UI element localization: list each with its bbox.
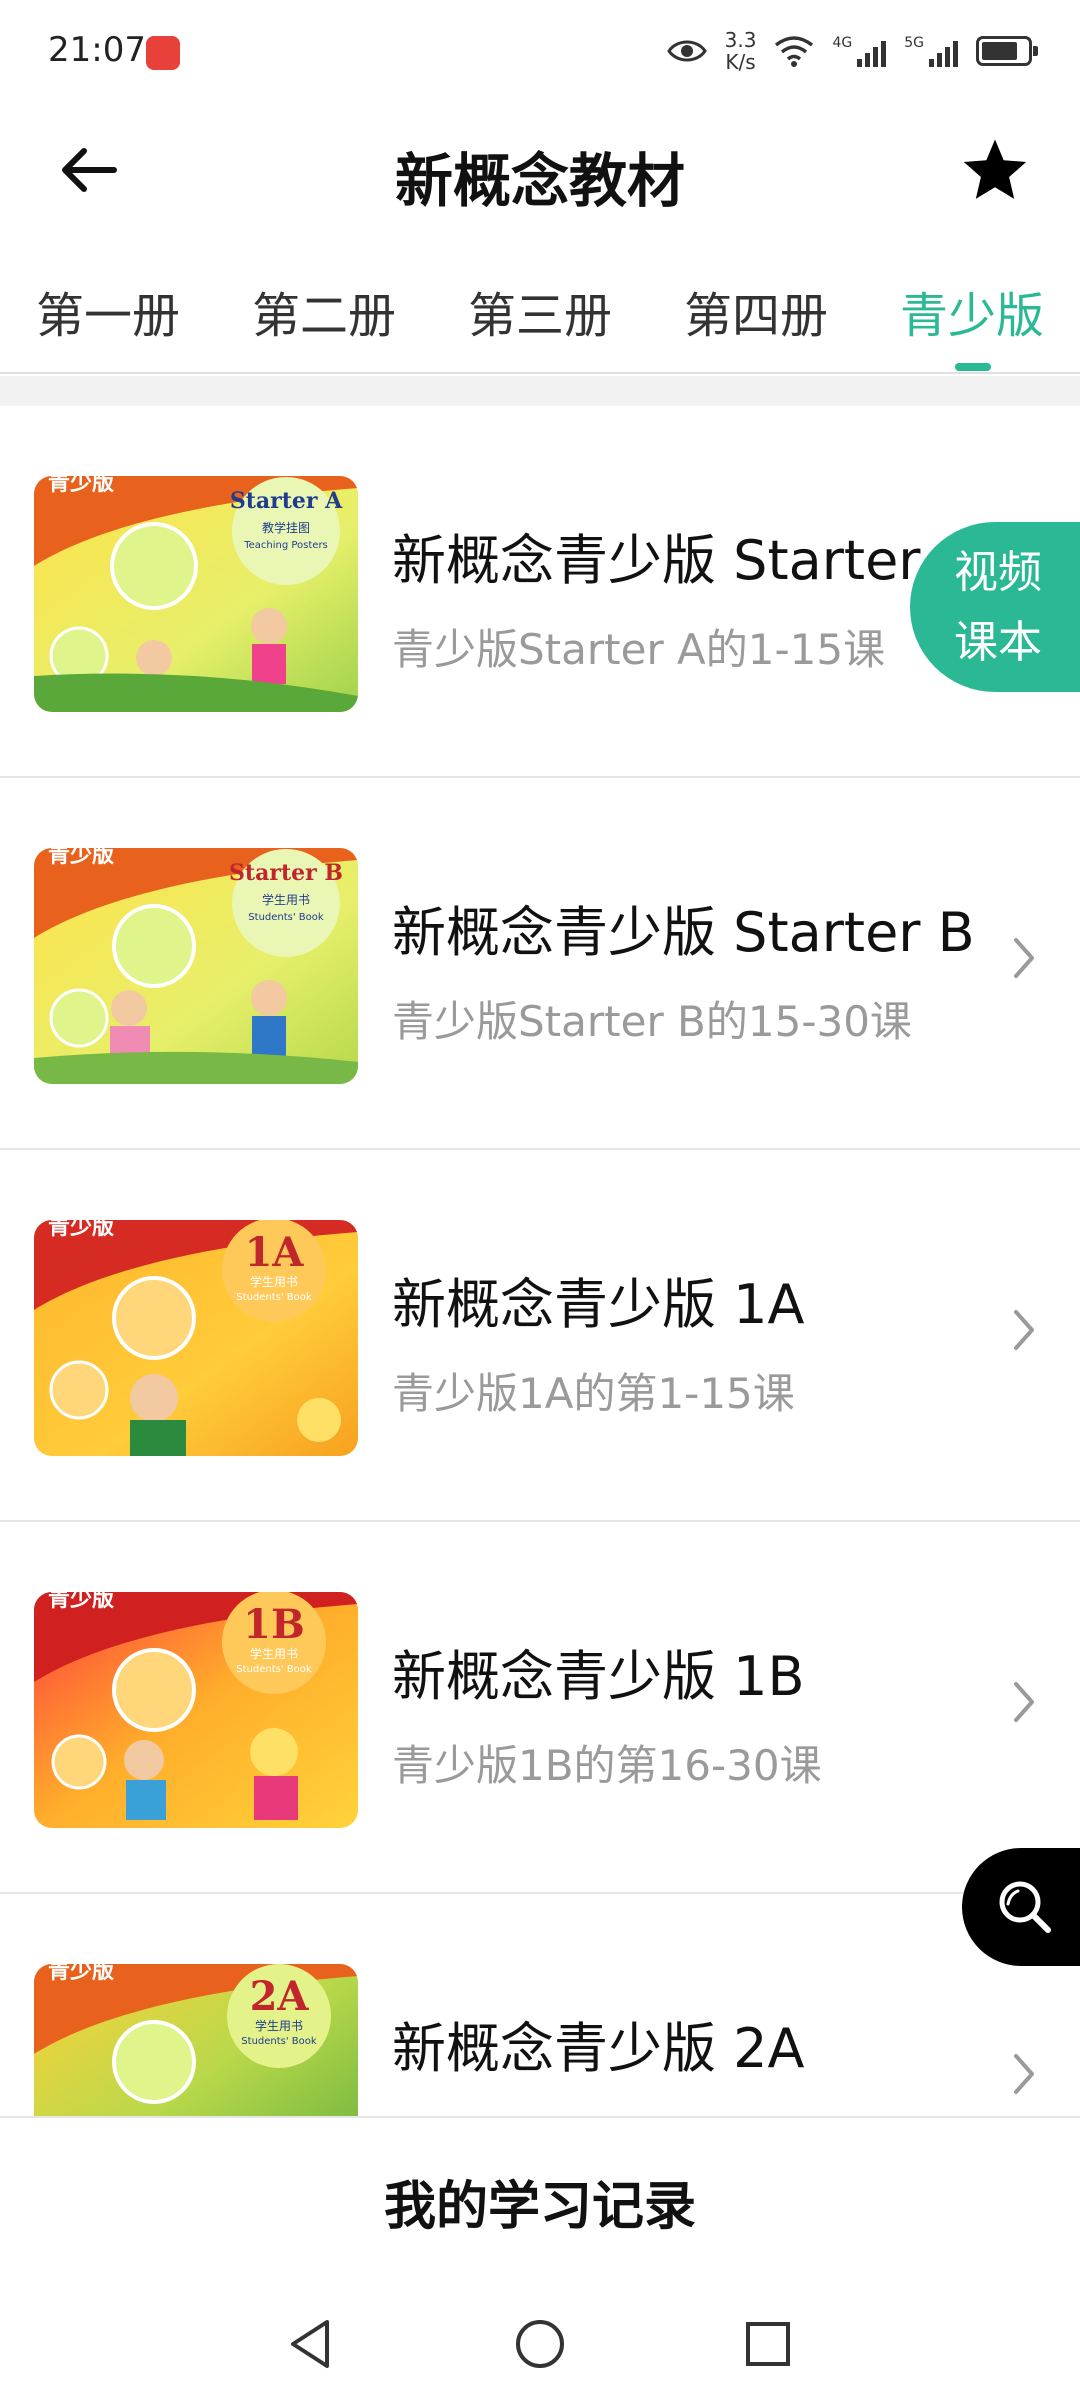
eye-icon xyxy=(666,40,707,62)
back-triangle-icon xyxy=(291,2320,329,2368)
list-item[interactable]: 青少版 1B 学生用书 Students' Book 新概念青少版 1B 青少版… xyxy=(0,1522,1080,1894)
cover-top-label: 青少版 xyxy=(48,476,114,496)
book-cover-image: 青少版 1B 学生用书 Students' Book xyxy=(34,1592,358,1828)
battery-icon xyxy=(976,36,1038,66)
volume-tabs: 第一册 第二册 第三册 第四册 青少版 xyxy=(0,260,1080,374)
recents-square-icon xyxy=(746,2322,790,2366)
tab-book-1[interactable]: 第一册 xyxy=(18,276,198,356)
book-subtitle: 青少版1B的第16-30课 xyxy=(392,1741,822,1790)
video-badge-line1: 视频 xyxy=(954,547,1042,598)
cover-top-label: 青少版 xyxy=(48,1964,114,1984)
search-button[interactable] xyxy=(962,1848,1080,1966)
search-icon xyxy=(999,1881,1051,1933)
home-circle-icon xyxy=(516,2320,564,2368)
book-cover-image: 青少版 1A 学生用书 Students' Book xyxy=(34,1220,358,1456)
book-cover-image: 青少版 2A 学生用书 Students' Book xyxy=(34,1964,358,2116)
cover-title-label: 2A xyxy=(250,1973,310,2020)
favorite-button[interactable] xyxy=(950,126,1040,216)
cover-top-label: 青少版 xyxy=(48,1592,114,1612)
chevron-right-icon xyxy=(1014,1682,1034,1722)
book-title: 新概念青少版 Starter B xyxy=(392,901,975,964)
battery-level xyxy=(982,42,1017,60)
header: 新概念教材 xyxy=(0,100,1080,240)
system-nav-bar xyxy=(0,2284,1080,2400)
cover-sub-label: 学生用书 xyxy=(255,2018,303,2033)
star-icon xyxy=(963,139,1027,199)
cover-sub-label-en: Teaching Posters xyxy=(243,540,328,551)
status-bar: 21:07 3.3 K/s 4G 5G xyxy=(0,0,1080,100)
signal-icon-5g: 5G xyxy=(904,35,958,67)
list-item[interactable]: 青少版 Starter B 学生用书 Students' Book 新概念青少版… xyxy=(0,778,1080,1150)
list-item[interactable]: 青少版 2A 学生用书 Students' Book 新概念青少版 2A 青少版… xyxy=(0,1894,1080,2116)
cover-sub-label: 学生用书 xyxy=(250,1274,298,1289)
status-time: 21:07 xyxy=(48,30,146,70)
net-speed: 3.3 K/s xyxy=(725,29,757,73)
book-list: 青少版 Starter A 教学挂图 Teaching Posters 新概念青… xyxy=(0,406,1080,2116)
signal-icon: 4G xyxy=(832,35,887,67)
cover-sub-label-en: Students' Book xyxy=(236,1292,312,1303)
page-title: 新概念教材 xyxy=(394,147,685,215)
cover-sub-label: 学生用书 xyxy=(250,1646,298,1661)
book-title: 新概念青少版 2A xyxy=(392,2017,805,2080)
net-speed-value: 3.3 xyxy=(724,28,757,52)
list-item[interactable]: 青少版 1A 学生用书 Students' Book 新概念青少版 1A 青少版… xyxy=(0,1150,1080,1522)
book-subtitle: 青少版Starter B的15-30课 xyxy=(392,997,912,1046)
book-subtitle: 青少版2A的第1-15课 xyxy=(392,2104,952,2116)
book-subtitle: 青少版1A的第1-15课 xyxy=(392,1369,795,1418)
cover-top-label: 青少版 xyxy=(48,848,114,868)
book-title: 新概念青少版 1B xyxy=(392,1645,805,1708)
video-badge-line2: 课本 xyxy=(954,617,1042,668)
book-title: 新概念青少版 Starter A xyxy=(392,529,975,592)
learning-record-button[interactable]: 我的学习记录 xyxy=(0,2116,1080,2284)
video-textbook-button[interactable]: 视频 课本 xyxy=(910,522,1080,692)
net-speed-unit: K/s xyxy=(725,50,756,74)
app-notification-icon xyxy=(146,36,180,70)
book-cover-image: 青少版 Starter B 学生用书 Students' Book xyxy=(34,848,358,1084)
tab-book-4[interactable]: 第四册 xyxy=(666,276,846,356)
cover-sub-label: 教学挂图 xyxy=(262,520,310,535)
book-title: 新概念青少版 1A xyxy=(392,1273,805,1336)
cover-title-label: Starter B xyxy=(229,860,343,886)
nav-recents-button[interactable] xyxy=(728,2304,808,2384)
cover-title-label: 1A xyxy=(245,1229,305,1276)
cover-sub-label-en: Students' Book xyxy=(248,912,324,923)
chevron-right-icon xyxy=(1014,1310,1034,1350)
cover-sub-label-en: Students' Book xyxy=(236,1664,312,1675)
signal-label-5g: 5G xyxy=(904,35,924,51)
cover-sub-label: 学生用书 xyxy=(262,892,310,907)
chevron-right-icon xyxy=(1014,938,1034,978)
book-subtitle: 青少版Starter A的1-15课 xyxy=(392,625,886,674)
tab-book-3[interactable]: 第三册 xyxy=(450,276,630,356)
chevron-right-icon xyxy=(1014,2054,1034,2094)
signal-label-4g: 4G xyxy=(832,35,853,51)
cover-top-label: 青少版 xyxy=(48,1220,114,1240)
book-cover-image: 青少版 Starter A 教学挂图 Teaching Posters xyxy=(34,476,358,712)
learning-record-label: 我的学习记录 xyxy=(383,2176,696,2237)
cover-title-label: Starter A xyxy=(230,488,343,514)
cover-sub-label-en: Students' Book xyxy=(241,2036,317,2047)
nav-home-button[interactable] xyxy=(500,2304,580,2384)
status-icons: 3.3 K/s 4G 5G xyxy=(666,26,1038,76)
cover-title-label: 1B xyxy=(243,1601,305,1648)
tab-book-2[interactable]: 第二册 xyxy=(234,276,414,356)
nav-back-button[interactable] xyxy=(270,2304,350,2384)
active-tab-indicator xyxy=(955,363,991,371)
divider-strip xyxy=(0,376,1080,406)
wifi-icon xyxy=(775,36,814,67)
tab-youth-edition[interactable]: 青少版 xyxy=(882,276,1062,356)
